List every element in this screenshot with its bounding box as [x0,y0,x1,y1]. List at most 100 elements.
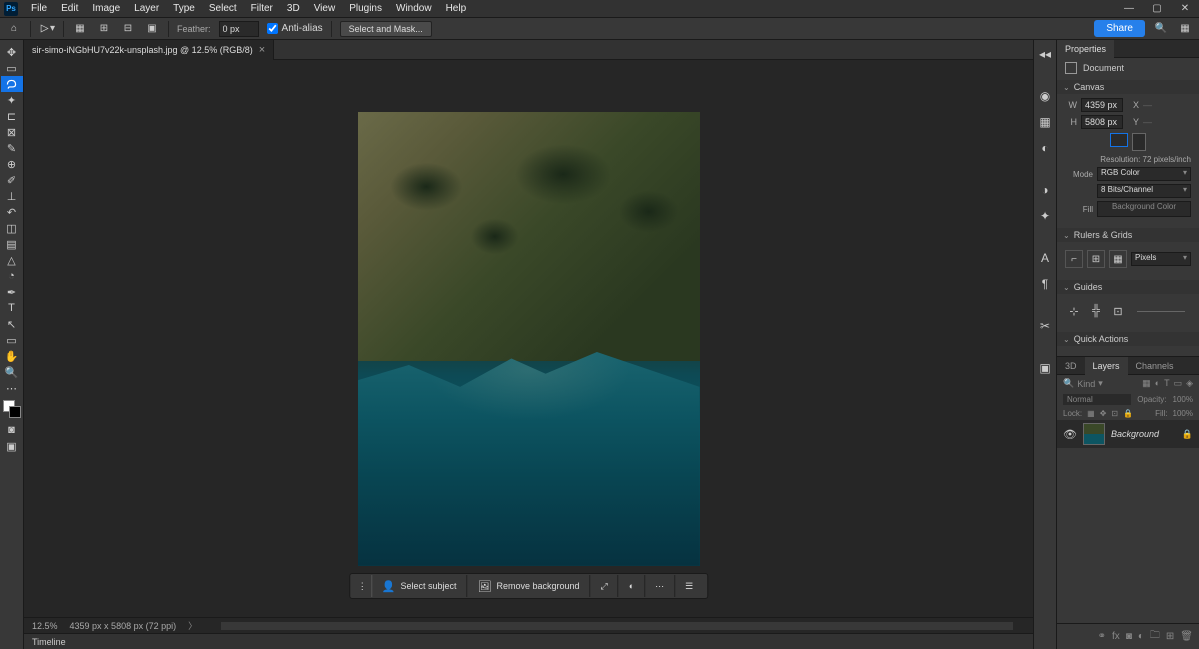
lock-position-icon[interactable]: ✥ [1100,409,1107,418]
background-color[interactable] [9,406,21,418]
filter-smart-icon[interactable]: ◈ [1186,378,1193,389]
ctx-grip-icon[interactable]: ⋮ [354,575,372,597]
color-mode-select[interactable]: RGB Color [1097,167,1191,181]
bit-depth-select[interactable]: 8 Bits/Channel [1097,184,1191,198]
menu-filter[interactable]: Filter [244,3,280,14]
menu-type[interactable]: Type [166,3,202,14]
menu-file[interactable]: File [24,3,54,14]
ruler-units-select[interactable]: Pixels [1131,252,1191,266]
menu-image[interactable]: Image [85,3,127,14]
home-icon[interactable]: ⌂ [6,21,22,37]
canvas-viewport[interactable]: ⋮ 👤Select subject 🖼Remove background ⤢ ◐… [24,60,1033,617]
fill-opacity-value[interactable]: 100% [1173,409,1193,418]
type-tool[interactable]: T [1,300,23,316]
ctx-transform-icon[interactable]: ⤢ [591,575,619,597]
feather-input[interactable] [219,21,259,37]
paragraph-panel-icon[interactable]: ¶ [1035,274,1055,294]
document-canvas[interactable] [358,112,700,566]
ctx-adjust-icon[interactable]: ◐ [619,575,645,597]
libraries-panel-icon[interactable]: ▣ [1035,358,1055,378]
history-brush-tool[interactable]: ↶ [1,204,23,220]
menu-edit[interactable]: Edit [54,3,85,14]
marquee-tool[interactable]: ▭ [1,60,23,76]
width-input[interactable] [1081,98,1123,112]
minimize-button[interactable]: ― [1115,0,1143,18]
zoom-tool[interactable]: 🔍 [1,364,23,380]
lock-icon[interactable]: 🔒 [1182,429,1193,440]
layer-fx-icon[interactable]: fx [1112,631,1120,642]
workspace-icon[interactable]: ▦ [1177,21,1193,37]
quick-mask-tool[interactable]: ◙ [1,422,23,438]
ctx-more-icon[interactable]: ⋯ [645,575,675,597]
status-arrow-icon[interactable]: 〉 [188,619,197,632]
actions-panel-icon[interactable]: ✂ [1035,316,1055,336]
move-tool[interactable]: ✥ [1,44,23,60]
grid-icon[interactable]: ⊞ [1087,250,1105,268]
menu-window[interactable]: Window [389,3,439,14]
menu-3d[interactable]: 3D [280,3,307,14]
adjustment-layer-icon[interactable]: ◐ [1138,631,1144,642]
antialias-checkbox[interactable]: Anti-alias [267,23,323,34]
landscape-orientation-button[interactable] [1132,133,1146,151]
gradients-panel-icon[interactable]: ◐ [1035,138,1055,158]
rulers-section-header[interactable]: ⌄Rulers & Grids [1057,228,1199,242]
guide-icon-3[interactable]: ⊡ [1109,302,1127,320]
magic-wand-tool[interactable]: ✦ [1,92,23,108]
fill-background-button[interactable]: Background Color [1097,201,1191,217]
filter-shape-icon[interactable]: ▭ [1174,378,1183,389]
remove-background-button[interactable]: 🖼Remove background [467,575,590,597]
crop-tool[interactable]: ⊏ [1,108,23,124]
menu-plugins[interactable]: Plugins [342,3,389,14]
color-swatches[interactable] [3,400,21,418]
adjustments-panel-icon[interactable]: ◑ [1035,180,1055,200]
maximize-button[interactable]: ▢ [1143,0,1171,18]
lock-pixels-icon[interactable]: ▦ [1087,409,1095,418]
guides-section-header[interactable]: ⌄Guides [1057,280,1199,294]
guide-icon-1[interactable]: ⊹ [1065,302,1083,320]
filter-adjust-icon[interactable]: ◐ [1155,378,1160,389]
hand-tool[interactable]: ✋ [1,348,23,364]
dodge-tool[interactable]: ◔ [1,268,23,284]
ctx-properties-icon[interactable]: ☰ [675,575,703,597]
guide-icon-2[interactable]: ╬ [1087,302,1105,320]
properties-tab[interactable]: Properties [1057,40,1114,58]
subtract-selection-icon[interactable]: ⊟ [120,21,136,37]
lock-all-icon[interactable]: 🔒 [1123,409,1133,418]
close-button[interactable]: ✕ [1171,0,1199,18]
lasso-tool[interactable] [1,76,23,92]
menu-view[interactable]: View [307,3,343,14]
group-icon[interactable]: 🗀 [1150,628,1160,645]
menu-layer[interactable]: Layer [127,3,166,14]
pen-tool[interactable]: ✒ [1,284,23,300]
layer-name[interactable]: Background [1111,429,1176,439]
more-tools[interactable]: ⋯ [1,380,23,396]
shape-tool[interactable]: ▭ [1,332,23,348]
lock-artboard-icon[interactable]: ⊡ [1111,409,1118,418]
healing-tool[interactable]: ⊕ [1,156,23,172]
blur-tool[interactable]: △ [1,252,23,268]
filter-pixel-icon[interactable]: ▦ [1142,378,1151,389]
new-selection-icon[interactable]: ▦ [72,21,88,37]
3d-tab[interactable]: 3D [1057,357,1085,375]
menu-select[interactable]: Select [202,3,244,14]
eraser-tool[interactable]: ◫ [1,220,23,236]
intersect-selection-icon[interactable]: ▣ [144,21,160,37]
tab-close-icon[interactable]: × [259,44,265,56]
brush-tool[interactable]: ✐ [1,172,23,188]
horizontal-scrollbar[interactable] [221,622,1013,630]
eyedropper-tool[interactable]: ✎ [1,140,23,156]
height-input[interactable] [1081,115,1123,129]
filter-type-icon[interactable]: T [1164,378,1170,389]
zoom-level[interactable]: 12.5% [32,621,58,631]
stamp-tool[interactable]: ⊥ [1,188,23,204]
new-layer-icon[interactable]: ⊞ [1166,631,1174,642]
layer-mask-icon[interactable]: ◙ [1126,631,1132,642]
layers-tab[interactable]: Layers [1085,357,1128,375]
grid-dense-icon[interactable]: ▦ [1109,250,1127,268]
delete-layer-icon[interactable]: 🗑 [1180,631,1193,642]
select-and-mask-button[interactable]: Select and Mask... [340,21,432,37]
frame-tool[interactable]: ⊠ [1,124,23,140]
quick-actions-header[interactable]: ⌄Quick Actions [1057,332,1199,346]
styles-panel-icon[interactable]: ✦ [1035,206,1055,226]
menu-help[interactable]: Help [439,3,474,14]
